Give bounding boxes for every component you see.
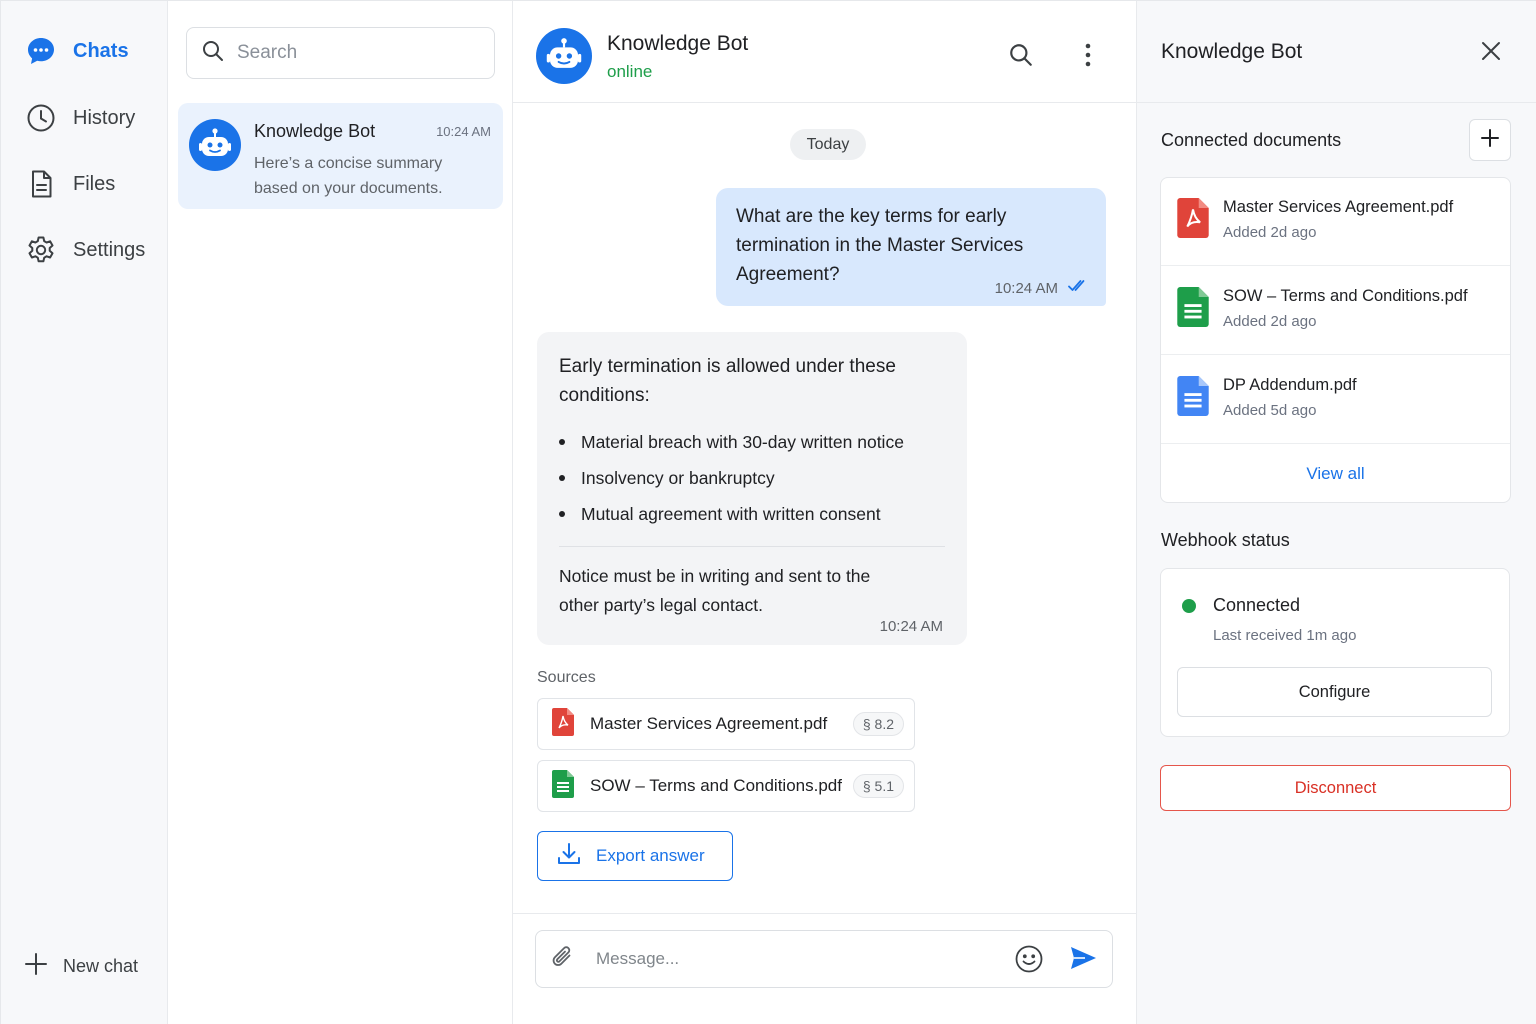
nav-rail: Chats History Files Settings New chat — [1, 1, 168, 1024]
emoji-icon[interactable] — [1014, 944, 1044, 979]
clock-icon — [25, 102, 57, 134]
section-badge: § 5.1 — [852, 774, 904, 798]
webhook-status-title: Webhook status — [1161, 530, 1290, 550]
nav-label-settings: Settings — [73, 238, 146, 261]
configure-button[interactable]: Configure — [1177, 667, 1492, 717]
app-window: Chats History Files Settings New chat Se… — [0, 0, 1536, 1024]
export-answer-label: Export answer — [596, 846, 705, 865]
search-box[interactable] — [186, 27, 495, 79]
bullet-text: Mutual agreement with written consent — [581, 503, 881, 524]
nav-label-chats: Chats — [73, 39, 129, 62]
bot-avatar — [189, 119, 241, 176]
pdf-file-icon — [1177, 198, 1209, 243]
composer-area — [513, 913, 1137, 1024]
bot-message-bubble: Early termination is allowed under these… — [537, 332, 967, 645]
sources-label: Sources — [537, 669, 596, 686]
nav-label-history: History — [73, 106, 136, 129]
bullet-text: Insolvency or bankruptcy — [581, 467, 775, 488]
nav-item-settings[interactable]: Settings — [25, 230, 145, 270]
source-name: Master Services Agreement.pdf — [590, 714, 828, 733]
file-icon — [25, 168, 57, 200]
day-separator: Today — [790, 129, 866, 160]
bullet-text: Material breach with 30-day written noti… — [581, 431, 904, 452]
user-message-bubble: What are the key terms for early termina… — [716, 188, 1106, 306]
chat-item-name: Knowledge Bot — [254, 121, 376, 141]
conversation-title: Knowledge Bot — [607, 32, 749, 55]
document-item[interactable]: Master Services Agreement.pdf Added 2d a… — [1161, 178, 1510, 266]
conversation-header: Knowledge Bot online — [513, 1, 1137, 103]
gear-icon — [25, 234, 57, 266]
details-panel: Knowledge Bot Connected documents Master… — [1137, 1, 1536, 1024]
search-icon[interactable] — [1005, 39, 1037, 71]
status-dot — [1182, 599, 1196, 613]
details-header: Knowledge Bot — [1137, 1, 1536, 103]
doc-file-icon — [1177, 376, 1209, 421]
documents-card: Master Services Agreement.pdf Added 2d a… — [1160, 177, 1511, 503]
plus-icon — [23, 951, 49, 982]
new-chat-button[interactable]: New chat — [23, 951, 138, 982]
source-name: SOW – Terms and Conditions.pdf — [590, 776, 842, 795]
chat-list-panel: Knowledge Bot 10:24 AM Here’s a concise … — [168, 1, 513, 1024]
list-item: Mutual agreement with written consent — [559, 496, 945, 532]
document-name: SOW – Terms and Conditions.pdf — [1223, 287, 1468, 305]
export-answer-button[interactable]: Export answer — [537, 831, 733, 881]
chat-bubble-icon — [25, 35, 57, 67]
bot-message-note: Notice must be in writing and sent to th… — [559, 566, 871, 615]
composer — [535, 930, 1113, 988]
section-badge: § 8.2 — [852, 712, 904, 736]
disconnect-button[interactable]: Disconnect — [1160, 765, 1511, 811]
bot-message-intro: Early termination is allowed under these… — [559, 356, 896, 406]
conversation-panel: Knowledge Bot online Today What are the … — [513, 1, 1137, 1024]
user-message-text: What are the key terms for early termina… — [736, 206, 1024, 285]
chat-list-item[interactable]: Knowledge Bot 10:24 AM Here’s a concise … — [178, 103, 503, 209]
user-message-meta: 10:24 AM — [995, 279, 1088, 297]
message-input[interactable] — [596, 949, 996, 969]
details-title: Knowledge Bot — [1161, 40, 1303, 63]
view-all-link[interactable]: View all — [1161, 446, 1510, 502]
document-item[interactable]: SOW – Terms and Conditions.pdf Added 2d … — [1161, 267, 1510, 355]
source-item[interactable]: Master Services Agreement.pdf § 8.2 — [537, 698, 915, 750]
list-item: Insolvency or bankruptcy — [559, 460, 945, 496]
sheet-file-icon — [1177, 287, 1209, 332]
webhook-state: Connected — [1213, 595, 1301, 615]
new-chat-label: New chat — [63, 956, 139, 976]
plus-icon — [1479, 127, 1501, 154]
user-message-time: 10:24 AM — [994, 279, 1058, 297]
search-icon — [201, 39, 225, 68]
bot-message-list: Material breach with 30-day written noti… — [559, 424, 945, 532]
webhook-card: Connected Last received 1m ago Configure — [1160, 568, 1510, 737]
pdf-file-icon — [552, 707, 574, 741]
online-status: online — [607, 62, 653, 81]
download-icon — [556, 841, 582, 872]
close-icon[interactable] — [1479, 39, 1503, 68]
document-item[interactable]: DP Addendum.pdf Added 5d ago — [1161, 356, 1510, 444]
document-added: Added 2d ago — [1223, 224, 1317, 241]
nav-item-chats[interactable]: Chats — [25, 31, 129, 71]
chat-item-preview: Here’s a concise summary based on your d… — [254, 155, 443, 197]
list-item: Material breach with 30-day written noti… — [559, 424, 945, 460]
source-item[interactable]: SOW – Terms and Conditions.pdf § 5.1 — [537, 760, 915, 812]
document-name: Master Services Agreement.pdf — [1223, 198, 1454, 216]
divider — [559, 546, 945, 547]
send-icon[interactable] — [1068, 943, 1098, 978]
paperclip-icon[interactable] — [550, 944, 576, 975]
search-input[interactable] — [237, 42, 477, 64]
document-name: DP Addendum.pdf — [1223, 376, 1357, 394]
bot-message-time: 10:24 AM — [879, 618, 943, 635]
webhook-last-received: Last received 1m ago — [1213, 627, 1357, 644]
nav-item-history[interactable]: History — [25, 98, 135, 138]
document-added: Added 2d ago — [1223, 313, 1317, 330]
nav-item-files[interactable]: Files — [25, 164, 115, 204]
connected-documents-title: Connected documents — [1161, 130, 1342, 150]
sheet-file-icon — [552, 769, 574, 803]
chat-item-time: 10:24 AM — [436, 124, 491, 139]
more-vertical-icon[interactable] — [1072, 39, 1104, 71]
add-document-button[interactable] — [1469, 119, 1511, 161]
double-check-icon — [1068, 279, 1088, 297]
nav-label-files: Files — [73, 172, 116, 195]
document-added: Added 5d ago — [1223, 402, 1317, 419]
bot-avatar — [536, 28, 592, 89]
